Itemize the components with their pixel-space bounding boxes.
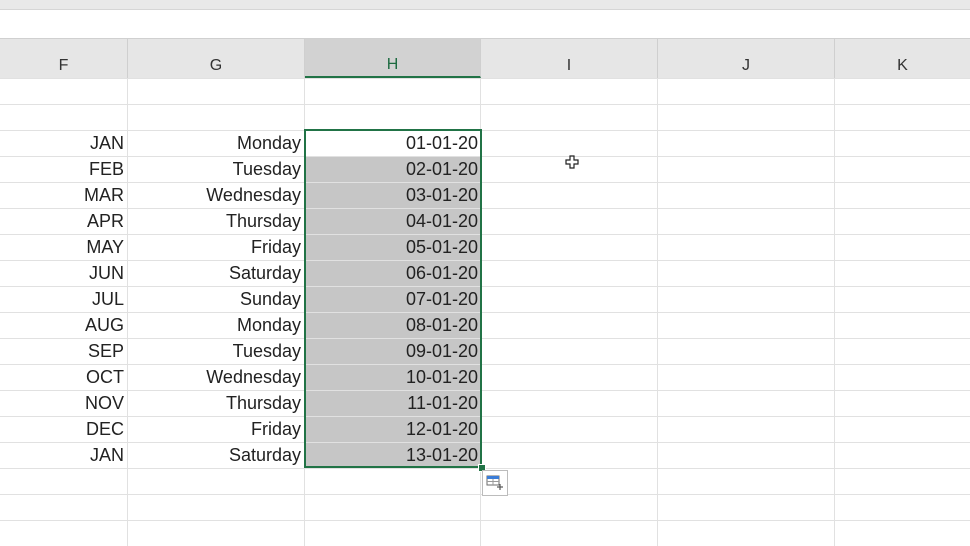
- cell-date[interactable]: 10-01-20: [305, 364, 481, 390]
- cell-grid[interactable]: JAN Monday 01-01-20 FEB Tuesday 02-01-20…: [0, 78, 970, 546]
- cell-day[interactable]: Thursday: [128, 390, 304, 416]
- table-row: AUG Monday 08-01-20: [0, 312, 970, 338]
- cell-day[interactable]: Tuesday: [128, 338, 304, 364]
- cell-month[interactable]: JUL: [0, 286, 127, 312]
- cell-day[interactable]: Friday: [128, 234, 304, 260]
- cell-date[interactable]: 03-01-20: [305, 182, 481, 208]
- cell-date[interactable]: 11-01-20: [305, 390, 481, 416]
- cell-month[interactable]: OCT: [0, 364, 127, 390]
- column-header-f[interactable]: F: [0, 39, 128, 78]
- cell-month[interactable]: AUG: [0, 312, 127, 338]
- cell-date[interactable]: 13-01-20: [305, 442, 481, 468]
- table-row: DEC Friday 12-01-20: [0, 416, 970, 442]
- cell-day[interactable]: Wednesday: [128, 364, 304, 390]
- table-row: JUL Sunday 07-01-20: [0, 286, 970, 312]
- cell-date[interactable]: 07-01-20: [305, 286, 481, 312]
- column-header-i[interactable]: I: [481, 39, 658, 78]
- table-row: APR Thursday 04-01-20: [0, 208, 970, 234]
- cell-month[interactable]: JAN: [0, 442, 127, 468]
- cell-day[interactable]: Saturday: [128, 260, 304, 286]
- gridline: [0, 78, 970, 79]
- cell-month[interactable]: JAN: [0, 130, 127, 156]
- cell-day[interactable]: Thursday: [128, 208, 304, 234]
- cell-day[interactable]: Sunday: [128, 286, 304, 312]
- cell-day[interactable]: Monday: [128, 130, 304, 156]
- cell-date[interactable]: 05-01-20: [305, 234, 481, 260]
- cell-date[interactable]: 04-01-20: [305, 208, 481, 234]
- cell-month[interactable]: NOV: [0, 390, 127, 416]
- cell-day[interactable]: Wednesday: [128, 182, 304, 208]
- cell-day[interactable]: Monday: [128, 312, 304, 338]
- cell-date[interactable]: 01-01-20: [305, 130, 481, 156]
- cell-day[interactable]: Tuesday: [128, 156, 304, 182]
- cell-day[interactable]: Friday: [128, 416, 304, 442]
- cell-date[interactable]: 12-01-20: [305, 416, 481, 442]
- cell-date[interactable]: 08-01-20: [305, 312, 481, 338]
- cell-date[interactable]: 02-01-20: [305, 156, 481, 182]
- cell-select-cursor-icon: [565, 155, 579, 169]
- column-header-k[interactable]: K: [835, 39, 970, 78]
- cell-month[interactable]: MAY: [0, 234, 127, 260]
- table-row: FEB Tuesday 02-01-20: [0, 156, 970, 182]
- table-row: SEP Tuesday 09-01-20: [0, 338, 970, 364]
- formula-bar-area[interactable]: [0, 10, 970, 38]
- table-row: NOV Thursday 11-01-20: [0, 390, 970, 416]
- table-row: JUN Saturday 06-01-20: [0, 260, 970, 286]
- table-row: MAY Friday 05-01-20: [0, 234, 970, 260]
- gridline: [0, 104, 970, 105]
- table-row: MAR Wednesday 03-01-20: [0, 182, 970, 208]
- column-header-g[interactable]: G: [128, 39, 305, 78]
- cell-month[interactable]: APR: [0, 208, 127, 234]
- table-row: JAN Monday 01-01-20: [0, 130, 970, 156]
- quick-analysis-icon: [486, 475, 503, 490]
- cell-day[interactable]: Saturday: [128, 442, 304, 468]
- quick-analysis-button[interactable]: [482, 470, 508, 496]
- cell-month[interactable]: FEB: [0, 156, 127, 182]
- column-header-h[interactable]: H: [305, 39, 481, 78]
- cell-date[interactable]: 06-01-20: [305, 260, 481, 286]
- cell-month[interactable]: JUN: [0, 260, 127, 286]
- cell-date[interactable]: 09-01-20: [305, 338, 481, 364]
- table-row: OCT Wednesday 10-01-20: [0, 364, 970, 390]
- cell-month[interactable]: SEP: [0, 338, 127, 364]
- column-header-j[interactable]: J: [658, 39, 835, 78]
- gridline: [0, 520, 970, 521]
- ribbon-edge: [0, 0, 970, 10]
- cell-month[interactable]: DEC: [0, 416, 127, 442]
- spreadsheet-window: F G H I J K JAN Monday 01-01-20 FEB Tues…: [0, 0, 970, 546]
- cell-month[interactable]: MAR: [0, 182, 127, 208]
- column-header-row: F G H I J K: [0, 38, 970, 79]
